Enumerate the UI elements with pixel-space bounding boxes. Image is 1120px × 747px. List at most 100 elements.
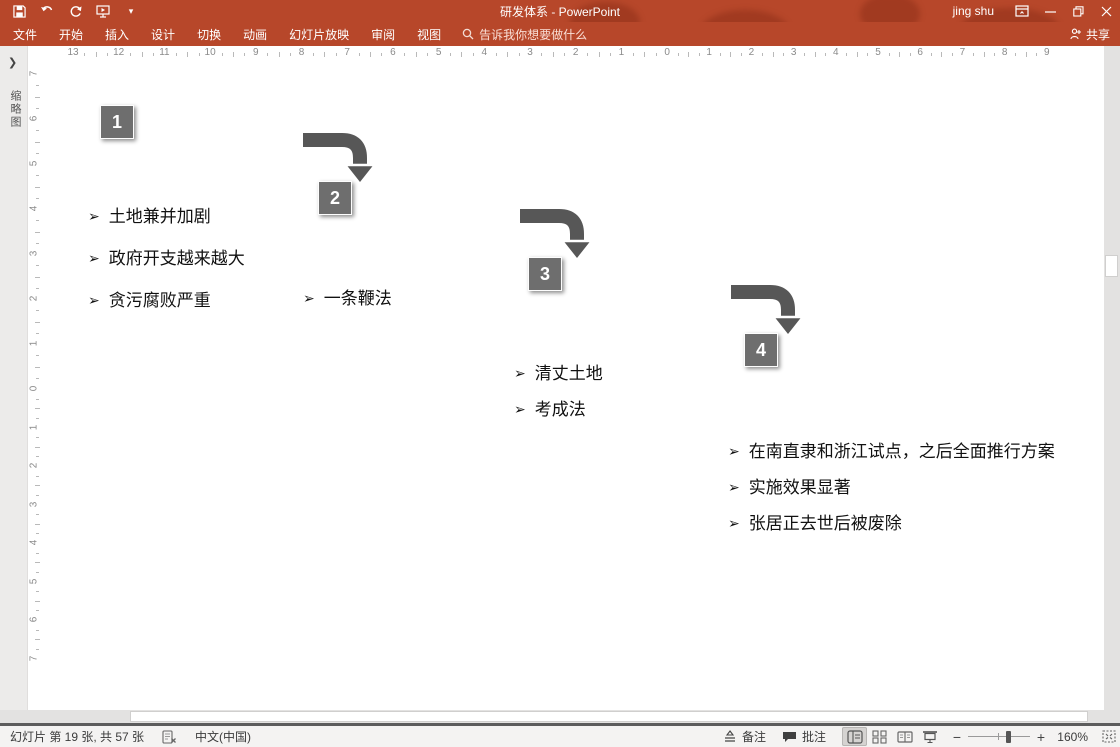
ruler-tick [267,53,268,56]
horizontal-scrollbar-thumb[interactable] [130,711,1088,722]
ruler-tick [35,367,40,368]
bullet-item[interactable]: ➢考成法 [514,392,603,428]
bullet-item[interactable]: ➢张居正去世后被废除 [728,506,1055,542]
notes-toggle[interactable]: 备注 [723,728,766,745]
ruler-tick [857,52,858,57]
ribbon-tab-6[interactable]: 审阅 [360,22,406,47]
ribbon-tab-2[interactable]: 设计 [140,22,186,47]
ruler-tick [359,53,360,56]
zoom-in-button[interactable]: + [1036,729,1046,745]
bullet-item[interactable]: ➢土地兼并加剧 [88,196,245,238]
tell-me-box[interactable]: 告诉我你想要做什么 [462,26,587,43]
bullet-item[interactable]: ➢政府开支越来越大 [88,238,245,280]
bullet-text: 在南直隶和浙江试点，之后全面推行方案 [749,434,1055,469]
step-number-badge[interactable]: 1 [100,105,134,139]
ribbon-tab-1[interactable]: 插入 [94,22,140,47]
redo-icon[interactable] [68,4,82,18]
connector-arrow-icon[interactable] [300,127,380,189]
ruler-tick [507,52,508,57]
zoom-slider-thumb[interactable] [1006,731,1011,743]
ribbon-tab-7[interactable]: 视图 [406,22,452,47]
bullet-marker: ➢ [88,238,100,279]
customize-quick-access-icon[interactable]: ▾ [124,4,138,18]
bullet-marker: ➢ [728,434,740,469]
ruler-number: 11 [159,47,169,58]
ruler-tick [35,524,40,525]
ruler-tick [36,288,39,289]
bullet-item[interactable]: ➢一条鞭法 [303,278,392,320]
share-button[interactable]: 共享 [1070,26,1110,43]
spell-check-icon[interactable] [162,730,177,744]
language-status[interactable]: 中文(中国) [195,728,251,745]
bullet-textbox-4[interactable]: ➢ 在南直隶和浙江试点，之后全面推行方案➢实施效果显著➢张居正去世后被废除 [728,434,1055,542]
ruler-tick [720,53,721,56]
vertical-scrollbar-thumb[interactable] [1105,255,1118,277]
connector-arrow-icon[interactable] [517,203,597,265]
ruler-tick [36,495,39,496]
bullet-item[interactable]: ➢清丈土地 [514,356,603,392]
ruler-tick [496,53,497,56]
comments-toggle[interactable]: 批注 [782,728,826,745]
thumbnails-label: 缩略图 [7,90,23,129]
horizontal-scrollbar[interactable] [0,710,1104,723]
ruler-tick [688,52,689,57]
ribbon-tab-5[interactable]: 幻灯片放映 [278,22,360,47]
step-number-badge[interactable]: 3 [528,257,562,291]
tell-me-label: 告诉我你想要做什么 [479,26,587,43]
ruler-tick [36,220,39,221]
tab-file[interactable]: 文件 [0,22,48,47]
fit-slide-to-window-icon[interactable] [1102,730,1116,743]
ruler-tick [36,153,39,154]
ruler-number: 4 [833,47,839,58]
ribbon-tab-0[interactable]: 开始 [48,22,94,47]
ruler-tick [36,198,39,199]
bullet-textbox-1[interactable]: ➢土地兼并加剧➢政府开支越来越大➢贪污腐败严重 [88,196,245,322]
undo-icon[interactable] [40,4,54,18]
ruler-tick [36,175,39,176]
ruler-number: 7 [960,47,966,58]
ribbon-tab-4[interactable]: 动画 [232,22,278,47]
ribbon-tab-3[interactable]: 切换 [186,22,232,47]
bullet-item[interactable]: ➢贪污腐败严重 [88,280,245,322]
slideshow-view-button[interactable] [917,727,942,746]
ruler-tick [36,418,39,419]
ruler-number: 9 [253,47,259,58]
bullet-textbox-3[interactable]: ➢清丈土地➢考成法 [514,356,603,428]
zoom-slider[interactable] [968,731,1030,743]
ruler-tick [36,333,39,334]
restore-icon[interactable] [1064,0,1092,22]
minimize-icon[interactable] [1036,0,1064,22]
bullet-item[interactable]: ➢实施效果显著 [728,470,1055,506]
ribbon-display-options-icon[interactable] [1008,0,1036,22]
ruler-tick [36,378,39,379]
ruler-tick [36,456,39,457]
ruler-tick [952,53,953,56]
start-slideshow-icon[interactable] [96,4,110,18]
ruler-tick [35,639,40,640]
bullet-text: 实施效果显著 [749,470,851,505]
person-icon [1070,28,1082,40]
bullet-item[interactable]: ➢ 在南直隶和浙江试点，之后全面推行方案 [728,434,1055,470]
ruler-tick [176,53,177,56]
normal-view-button[interactable] [842,727,867,746]
connector-arrow-icon[interactable] [728,279,808,341]
zoom-percentage[interactable]: 160% [1052,730,1088,744]
vertical-scrollbar[interactable] [1104,46,1120,723]
ruler-tick [35,322,40,323]
slide-sorter-view-button[interactable] [867,727,892,746]
reading-view-button[interactable] [892,727,917,746]
expand-thumbnails-icon[interactable]: ❯ [8,56,17,69]
zoom-out-button[interactable]: − [952,729,962,745]
save-icon[interactable] [12,4,26,18]
ruler-tick [153,53,154,56]
close-icon[interactable] [1092,0,1120,22]
account-user-name[interactable]: jing shu [953,4,994,18]
ruler-number: 2 [28,296,39,302]
share-label: 共享 [1086,26,1110,43]
ruler-number: 1 [28,341,39,347]
step-number-badge[interactable]: 2 [318,181,352,215]
ruler-tick [36,630,39,631]
bullet-textbox-2[interactable]: ➢一条鞭法 [303,278,392,320]
step-number-badge[interactable]: 4 [744,333,778,367]
ruler-tick [35,408,40,409]
